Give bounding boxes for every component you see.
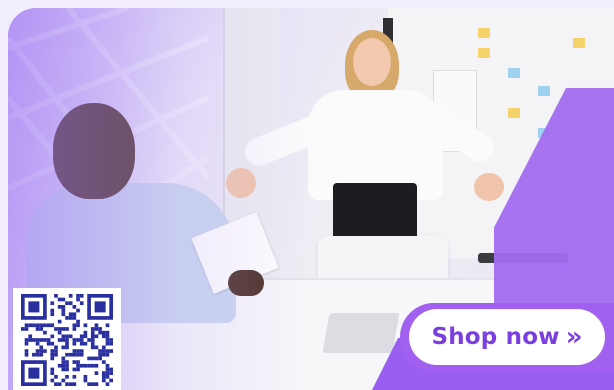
qr-code-graphic — [21, 294, 113, 386]
shop-now-label: Shop now — [431, 324, 560, 350]
qr-code-icon[interactable] — [13, 288, 121, 390]
double-chevron-right-icon: » — [565, 322, 583, 352]
shop-now-button[interactable]: Shop now » — [409, 309, 605, 365]
ad-banner[interactable]: Shop now » — [0, 0, 614, 390]
